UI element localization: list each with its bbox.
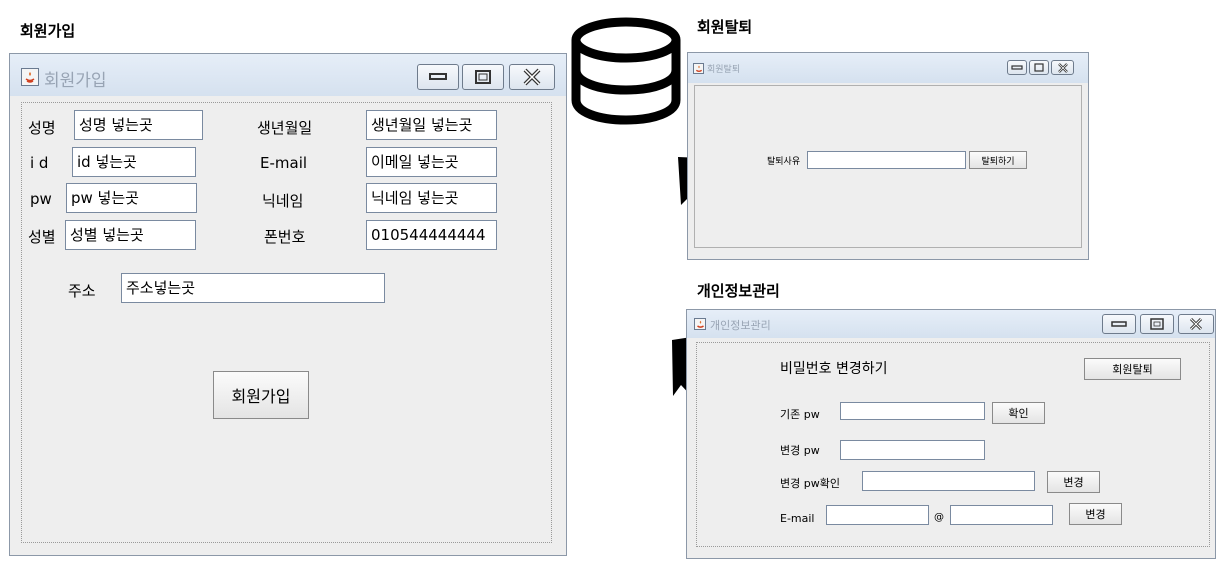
current-pw-label: 기존 pw <box>780 408 820 421</box>
close-button[interactable] <box>1178 314 1214 334</box>
database-icon <box>571 17 681 125</box>
withdraw-submit-button[interactable]: 탈퇴하기 <box>969 151 1027 169</box>
address-field[interactable]: 주소넣는곳 <box>121 273 385 303</box>
signup-window: 회원가입 성명 성명 넣는곳 생년월일 생년월일 넣는곳 i d id 넣는곳 … <box>9 53 567 556</box>
gender-label: 성별 <box>28 228 56 246</box>
signup-button[interactable]: 회원가입 <box>213 371 309 419</box>
new-pw-confirm-field[interactable] <box>862 471 1035 491</box>
email-label: E-mail <box>780 512 815 525</box>
name-label: 성명 <box>28 119 56 137</box>
maximize-button[interactable] <box>1140 314 1174 334</box>
privacy-window: 개인정보관리 비밀번호 변경하기 회원탈퇴 기존 pw 확인 변경 pw 변경 … <box>686 309 1216 559</box>
name-field[interactable]: 성명 넣는곳 <box>74 110 203 140</box>
email-field[interactable]: 이메일 넣는곳 <box>366 147 497 177</box>
withdraw-heading: 회원탈퇴 <box>697 18 753 36</box>
java-app-icon <box>694 318 706 330</box>
email-at-label: @ <box>934 512 944 523</box>
close-button[interactable] <box>1051 60 1074 75</box>
change-pw-button[interactable]: 변경 <box>1047 471 1100 493</box>
java-app-icon <box>21 68 39 86</box>
change-password-heading: 비밀번호 변경하기 <box>780 361 888 377</box>
nickname-field[interactable]: 닉네임 넣는곳 <box>366 183 497 213</box>
birth-field[interactable]: 생년월일 넣는곳 <box>366 110 497 140</box>
phone-label: 폰번호 <box>264 228 306 246</box>
minimize-button[interactable] <box>1007 60 1027 75</box>
privacy-heading: 개인정보관리 <box>697 282 780 300</box>
pw-field[interactable]: pw 넣는곳 <box>66 183 197 213</box>
change-email-button[interactable]: 변경 <box>1069 503 1122 525</box>
email-label: E-mail <box>260 154 308 172</box>
new-pw-field[interactable] <box>840 440 985 460</box>
new-pw-confirm-label: 변경 pw확인 <box>780 477 840 490</box>
gender-field[interactable]: 성별 넣는곳 <box>65 220 196 250</box>
signup-title-bar[interactable]: 회원가입 <box>10 54 566 96</box>
withdraw-button[interactable]: 회원탈퇴 <box>1084 358 1181 380</box>
confirm-button[interactable]: 확인 <box>992 402 1045 424</box>
window-title: 회원가입 <box>44 71 107 91</box>
window-title: 회원탈퇴 <box>707 65 741 75</box>
window-title: 개인정보관리 <box>710 319 771 332</box>
signup-heading: 회원가입 <box>20 22 76 40</box>
reason-field[interactable] <box>807 151 966 169</box>
email-domain-field[interactable] <box>950 505 1053 525</box>
new-pw-label: 변경 pw <box>780 444 820 457</box>
withdraw-window: 회원탈퇴 탈퇴사유 탈퇴하기 <box>687 52 1089 260</box>
birth-label: 생년월일 <box>257 119 313 137</box>
privacy-title-bar[interactable]: 개인정보관리 <box>687 310 1215 338</box>
reason-label: 탈퇴사유 <box>767 157 801 167</box>
pw-label: pw <box>30 190 52 208</box>
nickname-label: 닉네임 <box>262 192 304 210</box>
minimize-button[interactable] <box>417 64 459 90</box>
withdraw-title-bar[interactable]: 회원탈퇴 <box>688 53 1088 83</box>
maximize-button[interactable] <box>1029 60 1049 75</box>
minimize-button[interactable] <box>1102 314 1136 334</box>
id-field[interactable]: id 넣는곳 <box>72 147 196 177</box>
maximize-button[interactable] <box>462 64 504 90</box>
java-app-icon <box>693 63 704 74</box>
email-local-field[interactable] <box>826 505 929 525</box>
phone-field[interactable]: 010544444444 <box>366 220 497 250</box>
current-pw-field[interactable] <box>840 402 985 420</box>
address-label: 주소 <box>68 282 96 300</box>
id-label: i d <box>30 154 49 172</box>
close-button[interactable] <box>509 64 555 90</box>
